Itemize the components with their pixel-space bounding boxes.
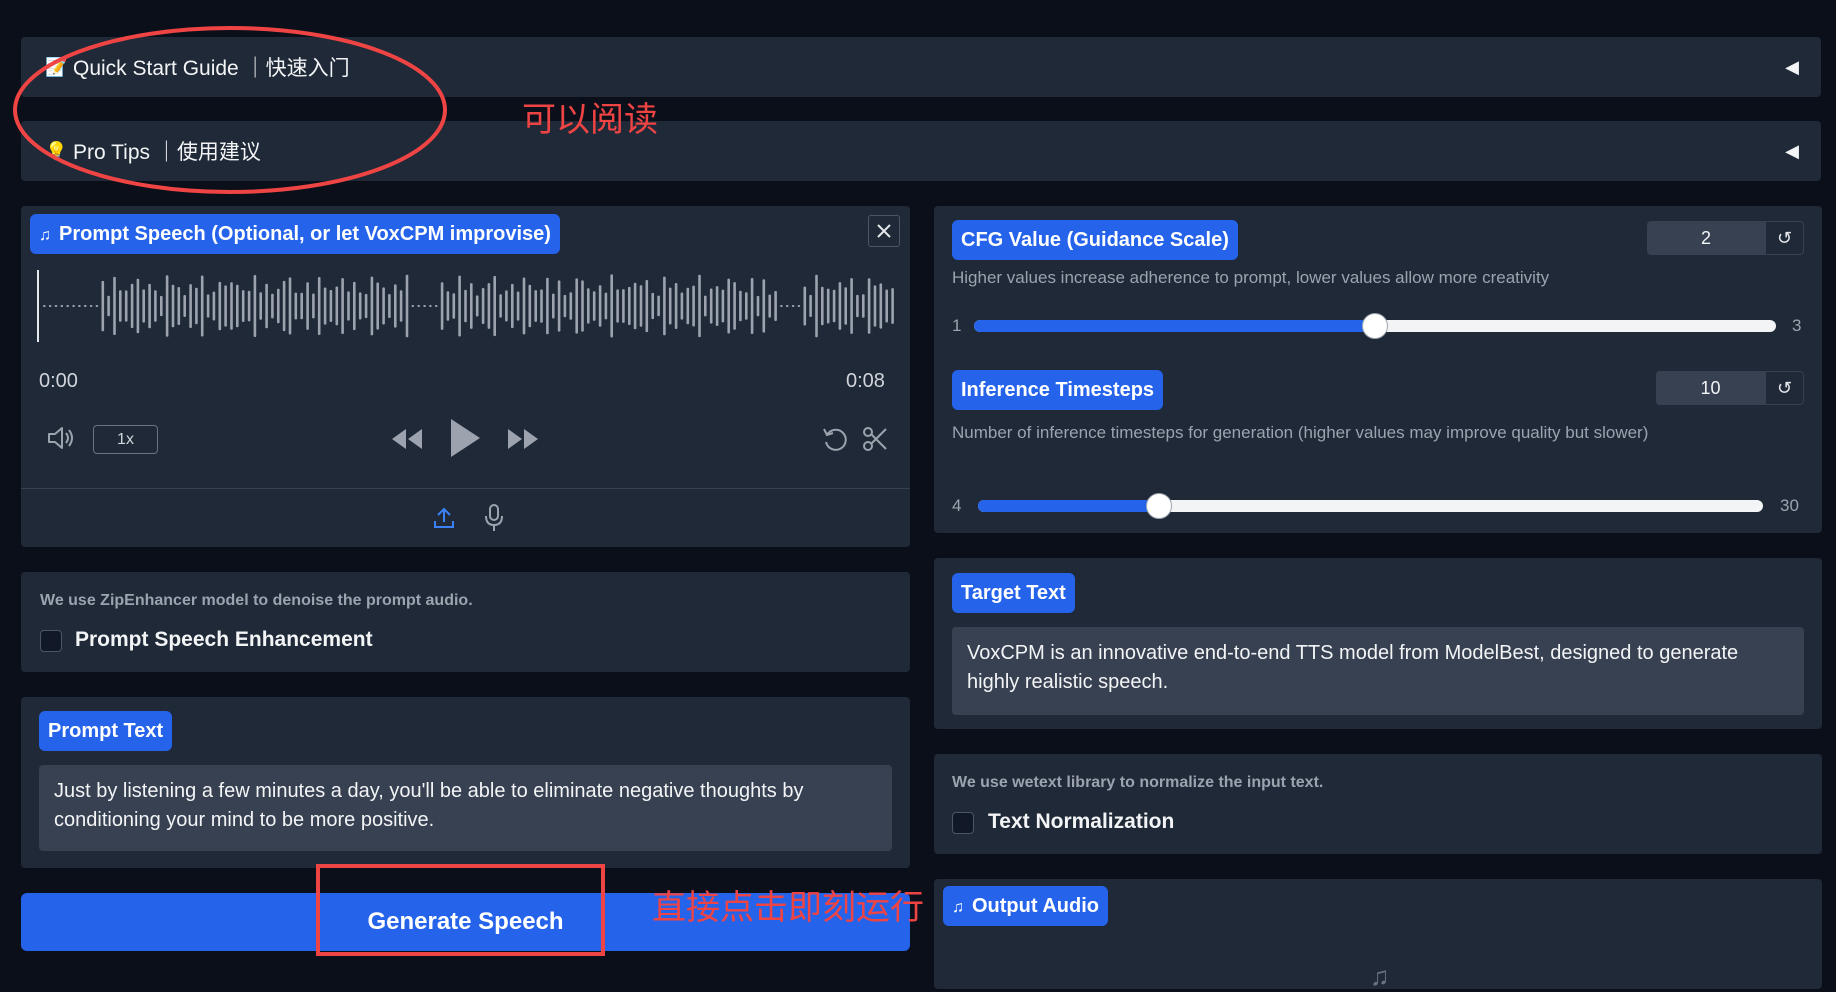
annotation-click-note: 直接点击即刻运行 [652, 889, 924, 927]
annotation-read-note: 可以阅读 [522, 101, 658, 139]
annotation-ellipse [13, 26, 447, 194]
annotation-rectangle [316, 864, 605, 956]
annotation-overlay [13, 26, 605, 956]
